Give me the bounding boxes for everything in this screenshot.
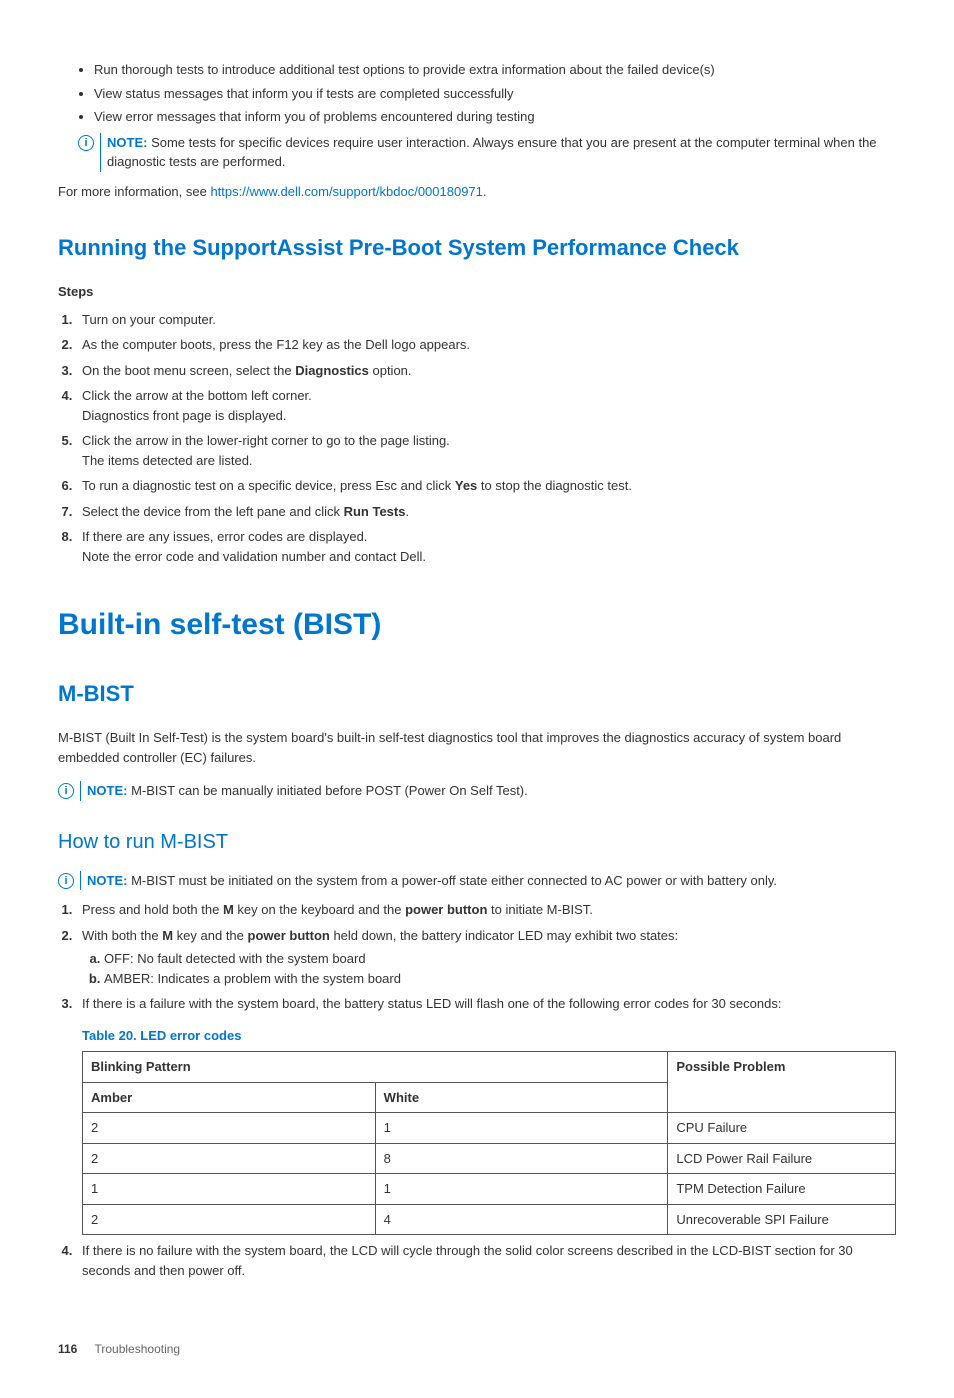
intro-bullet-list: Run thorough tests to introduce addition…: [58, 60, 896, 127]
howto-steps: Press and hold both the M key on the key…: [58, 900, 896, 1280]
step-text: On the boot menu screen, select the: [82, 363, 295, 378]
step-text: Press and hold both the: [82, 902, 223, 917]
bist-heading: Built-in self-test (BIST): [58, 602, 896, 647]
steps-label: Steps: [58, 282, 896, 302]
step-text: With both the: [82, 928, 162, 943]
cell-white: 1: [375, 1113, 668, 1144]
table-row: 2 8 LCD Power Rail Failure: [83, 1143, 896, 1174]
list-item: View status messages that inform you if …: [94, 84, 896, 104]
support-link[interactable]: https://www.dell.com/support/kbdoc/00018…: [210, 184, 482, 199]
step-bold: power button: [405, 902, 487, 917]
mbist-description: M-BIST (Built In Self-Test) is the syste…: [58, 728, 896, 767]
more-info-paragraph: For more information, see https://www.de…: [58, 182, 896, 202]
step-item: To run a diagnostic test on a specific d…: [76, 476, 896, 496]
info-icon: i: [58, 873, 74, 889]
cell-white: 1: [375, 1174, 668, 1205]
more-info-suffix: .: [483, 184, 487, 199]
note-label: NOTE:: [87, 783, 127, 798]
step-extra: Note the error code and validation numbe…: [82, 549, 426, 564]
page-number: 116: [58, 1342, 77, 1356]
table-row: 2 1 CPU Failure: [83, 1113, 896, 1144]
howto-heading: How to run M-BIST: [58, 827, 896, 857]
step-item: With both the M key and the power button…: [76, 926, 896, 989]
sub-step: OFF: No fault detected with the system b…: [104, 949, 896, 969]
step-bold: Run Tests: [344, 504, 406, 519]
table-header-row: Blinking Pattern Possible Problem: [83, 1052, 896, 1083]
list-item: View error messages that inform you of p…: [94, 107, 896, 127]
note-body: NOTE: M-BIST must be initiated on the sy…: [80, 871, 777, 891]
step-item: Select the device from the left pane and…: [76, 502, 896, 522]
led-error-table: Blinking Pattern Possible Problem Amber …: [82, 1051, 896, 1235]
cell-white: 4: [375, 1204, 668, 1235]
mbist-heading: M-BIST: [58, 677, 896, 710]
note-label: NOTE:: [87, 873, 127, 888]
step-text: Select the device from the left pane and…: [82, 504, 344, 519]
cell-amber: 2: [83, 1143, 376, 1174]
table-caption: Table 20. LED error codes: [82, 1026, 896, 1046]
cell-amber: 1: [83, 1174, 376, 1205]
step-text: If there is a failure with the system bo…: [82, 996, 781, 1011]
step-text: Click the arrow at the bottom left corne…: [82, 388, 312, 403]
col-problem: Possible Problem: [668, 1052, 896, 1113]
step-text: to stop the diagnostic test.: [477, 478, 632, 493]
page-footer: 116 Troubleshooting: [58, 1340, 896, 1358]
note-text: M-BIST can be manually initiated before …: [127, 783, 527, 798]
step-bold: Diagnostics: [295, 363, 369, 378]
cell-problem: CPU Failure: [668, 1113, 896, 1144]
cell-amber: 2: [83, 1204, 376, 1235]
step-text: to initiate M-BIST.: [487, 902, 592, 917]
step-item: If there are any issues, error codes are…: [76, 527, 896, 566]
table-row: 2 4 Unrecoverable SPI Failure: [83, 1204, 896, 1235]
note-body: NOTE: Some tests for specific devices re…: [100, 133, 896, 172]
sub-step: AMBER: Indicates a problem with the syst…: [104, 969, 896, 989]
note-text: Some tests for specific devices require …: [107, 135, 877, 170]
cell-problem: Unrecoverable SPI Failure: [668, 1204, 896, 1235]
step-item: Turn on your computer.: [76, 310, 896, 330]
footer-section: Troubleshooting: [94, 1342, 180, 1356]
step-text: To run a diagnostic test on a specific d…: [82, 478, 455, 493]
supportassist-heading: Running the SupportAssist Pre-Boot Syste…: [58, 231, 896, 264]
cell-problem: TPM Detection Failure: [668, 1174, 896, 1205]
info-icon: i: [58, 783, 74, 799]
list-item: Run thorough tests to introduce addition…: [94, 60, 896, 80]
step-item: If there is a failure with the system bo…: [76, 994, 896, 1235]
step-item: As the computer boots, press the F12 key…: [76, 335, 896, 355]
note-body: NOTE: M-BIST can be manually initiated b…: [80, 781, 528, 801]
note-label: NOTE:: [107, 135, 147, 150]
step-bold: power button: [248, 928, 330, 943]
cell-problem: LCD Power Rail Failure: [668, 1143, 896, 1174]
col-blinking: Blinking Pattern: [83, 1052, 668, 1083]
supportassist-steps: Turn on your computer. As the computer b…: [58, 310, 896, 567]
sub-steps: OFF: No fault detected with the system b…: [82, 949, 896, 988]
col-amber: Amber: [83, 1082, 376, 1113]
col-white: White: [375, 1082, 668, 1113]
step-item: Press and hold both the M key on the key…: [76, 900, 896, 920]
more-info-prefix: For more information, see: [58, 184, 210, 199]
step-text: option.: [369, 363, 412, 378]
step-text: Click the arrow in the lower-right corne…: [82, 433, 450, 448]
info-icon: i: [78, 135, 94, 151]
note-callout: i NOTE: M-BIST can be manually initiated…: [58, 781, 896, 801]
note-callout: i NOTE: Some tests for specific devices …: [78, 133, 896, 172]
step-bold: M: [162, 928, 173, 943]
step-bold: Yes: [455, 478, 477, 493]
cell-white: 8: [375, 1143, 668, 1174]
note-text: M-BIST must be initiated on the system f…: [127, 873, 777, 888]
step-bold: M: [223, 902, 234, 917]
step-text: key and the: [173, 928, 247, 943]
step-text: .: [405, 504, 409, 519]
step-text: key on the keyboard and the: [234, 902, 405, 917]
step-text: If there are any issues, error codes are…: [82, 529, 367, 544]
step-item: On the boot menu screen, select the Diag…: [76, 361, 896, 381]
step-item: Click the arrow in the lower-right corne…: [76, 431, 896, 470]
step-extra: Diagnostics front page is displayed.: [82, 408, 287, 423]
step-item: If there is no failure with the system b…: [76, 1241, 896, 1280]
cell-amber: 2: [83, 1113, 376, 1144]
step-extra: The items detected are listed.: [82, 453, 253, 468]
table-row: 1 1 TPM Detection Failure: [83, 1174, 896, 1205]
note-callout: i NOTE: M-BIST must be initiated on the …: [58, 871, 896, 891]
step-item: Click the arrow at the bottom left corne…: [76, 386, 896, 425]
step-text: held down, the battery indicator LED may…: [330, 928, 678, 943]
